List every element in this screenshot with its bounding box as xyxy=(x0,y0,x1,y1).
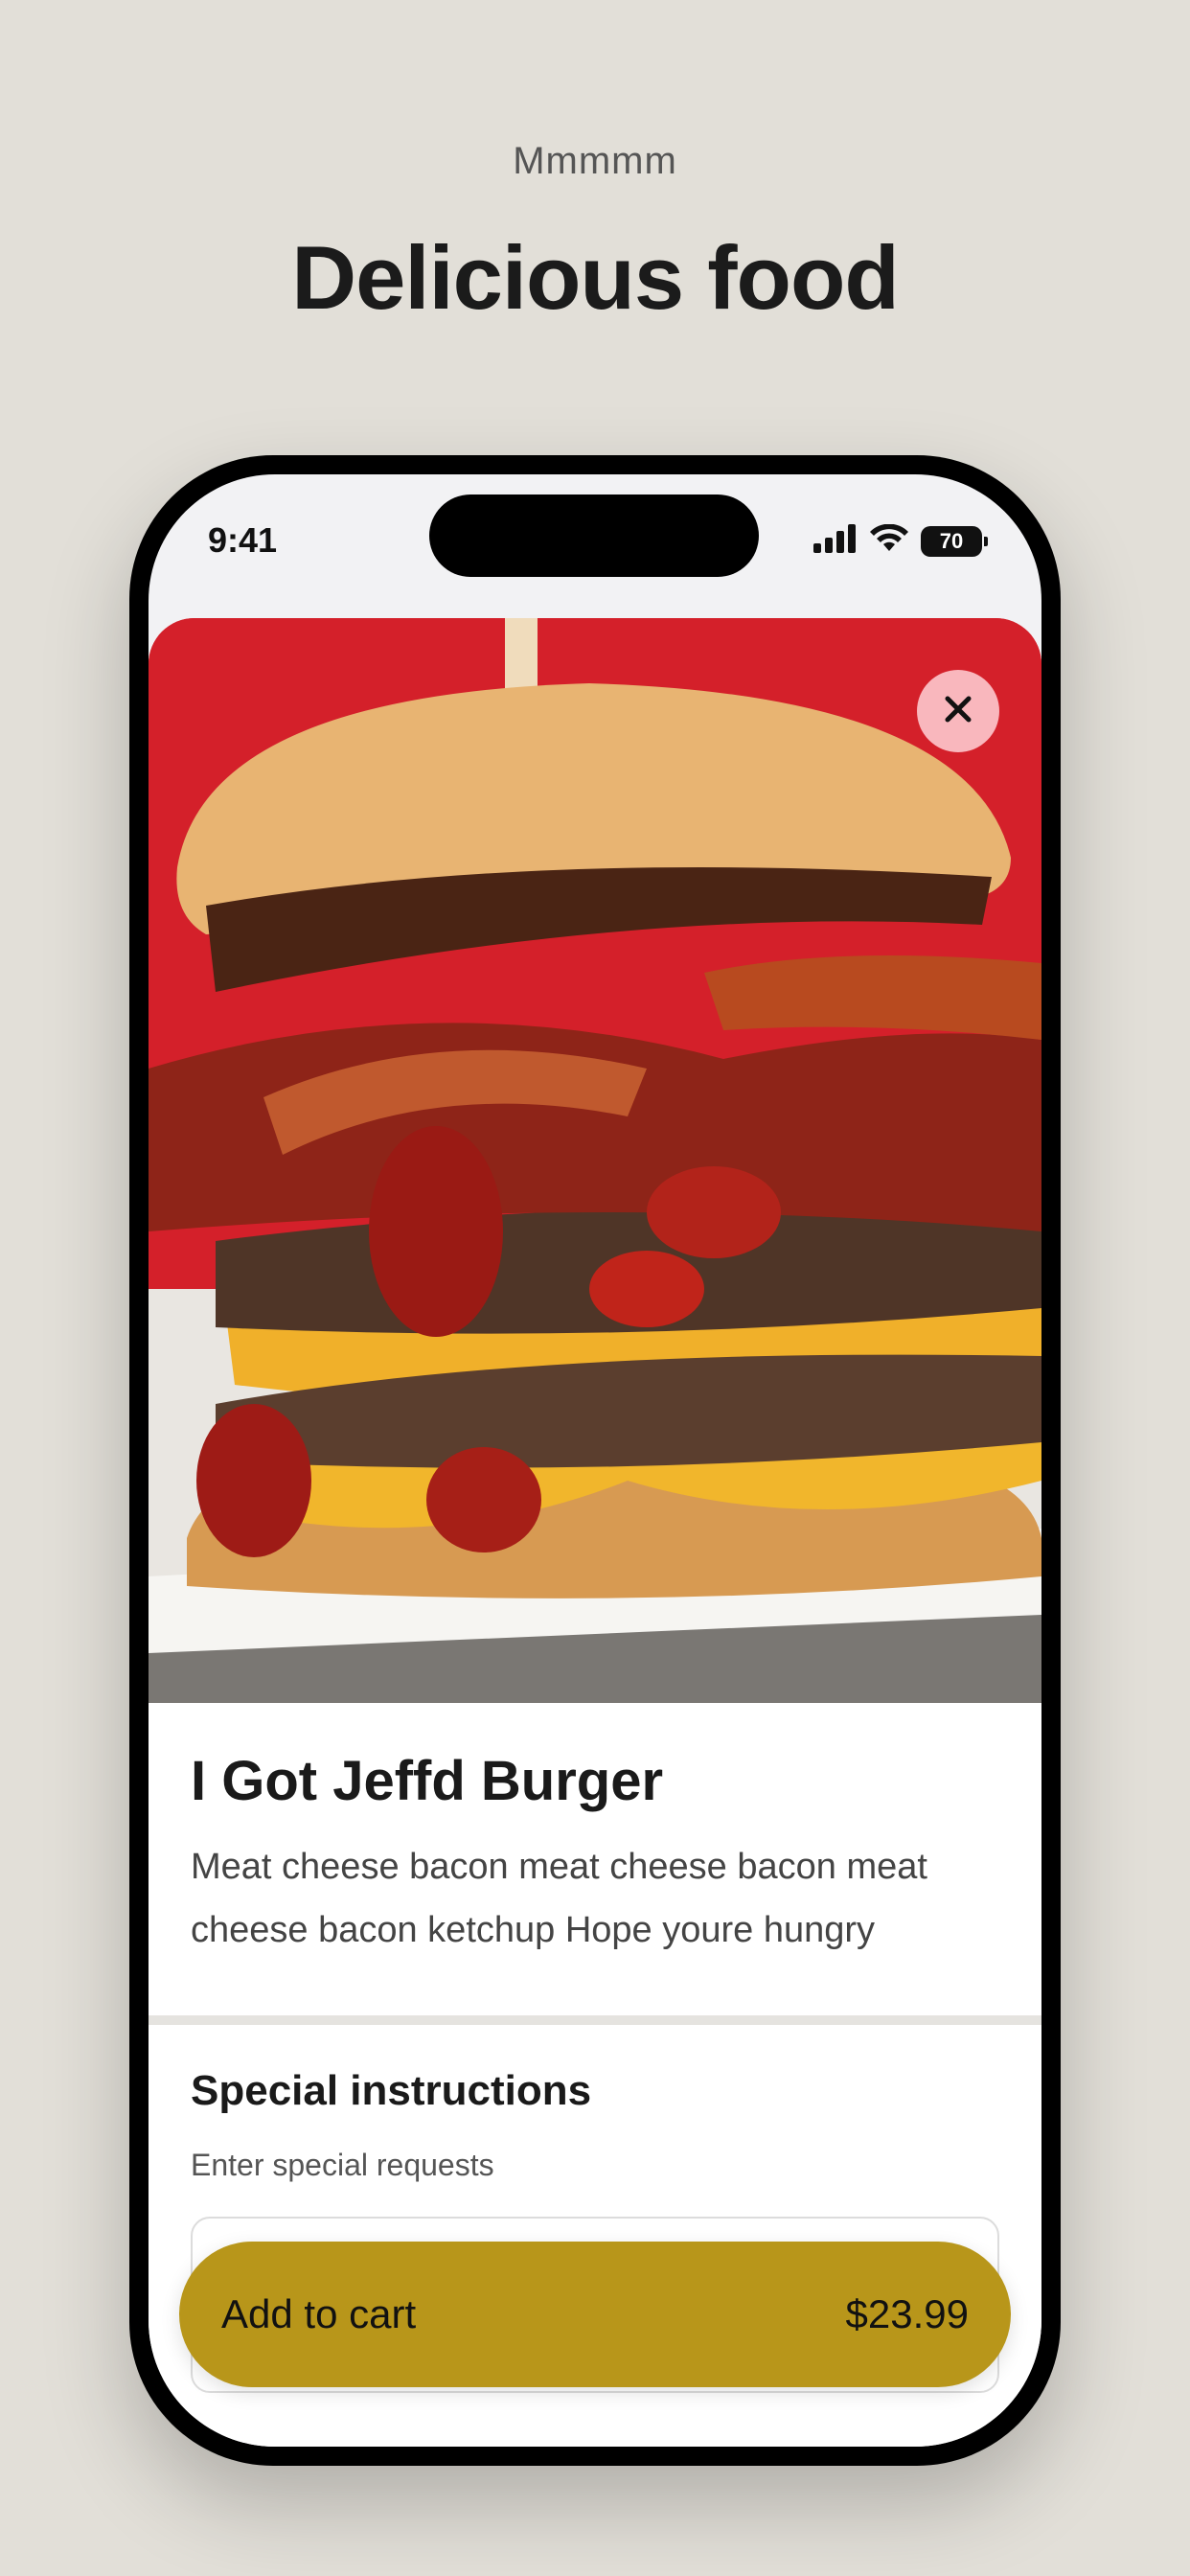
headline: Delicious food xyxy=(291,227,900,328)
close-icon xyxy=(943,694,973,729)
cart-price: $23.99 xyxy=(845,2291,969,2336)
wifi-icon xyxy=(869,523,909,558)
phone-frame: 9:41 70 I Got Jeffd Burger Meat cheese b… xyxy=(129,455,1061,2466)
section-divider xyxy=(149,2015,1041,2025)
burger-photo xyxy=(149,618,1041,1703)
dynamic-island xyxy=(429,494,759,577)
add-to-cart-label: Add to cart xyxy=(221,2291,417,2336)
status-time: 9:41 xyxy=(208,520,278,560)
item-title: I Got Jeffd Burger xyxy=(191,1750,664,1812)
status-bar: 9:41 70 xyxy=(149,474,1041,599)
item-sheet: I Got Jeffd Burger Meat cheese bacon mea… xyxy=(149,618,1041,2447)
close-button[interactable] xyxy=(917,670,999,752)
instructions-title: Special instructions xyxy=(191,2067,592,2114)
status-icons: 70 xyxy=(813,523,988,558)
eyebrow-text: Mmmmm xyxy=(513,140,677,182)
item-description: Meat cheese bacon meat cheese bacon meat… xyxy=(191,1847,927,1950)
signal-icon xyxy=(813,524,858,558)
add-to-cart-button[interactable]: Add to cart $23.99 xyxy=(179,2242,1011,2387)
phone-screen: 9:41 70 I Got Jeffd Burger Meat cheese b… xyxy=(149,474,1041,2447)
instructions-subtitle: Enter special requests xyxy=(191,2148,494,2182)
battery-icon: 70 xyxy=(921,525,988,557)
